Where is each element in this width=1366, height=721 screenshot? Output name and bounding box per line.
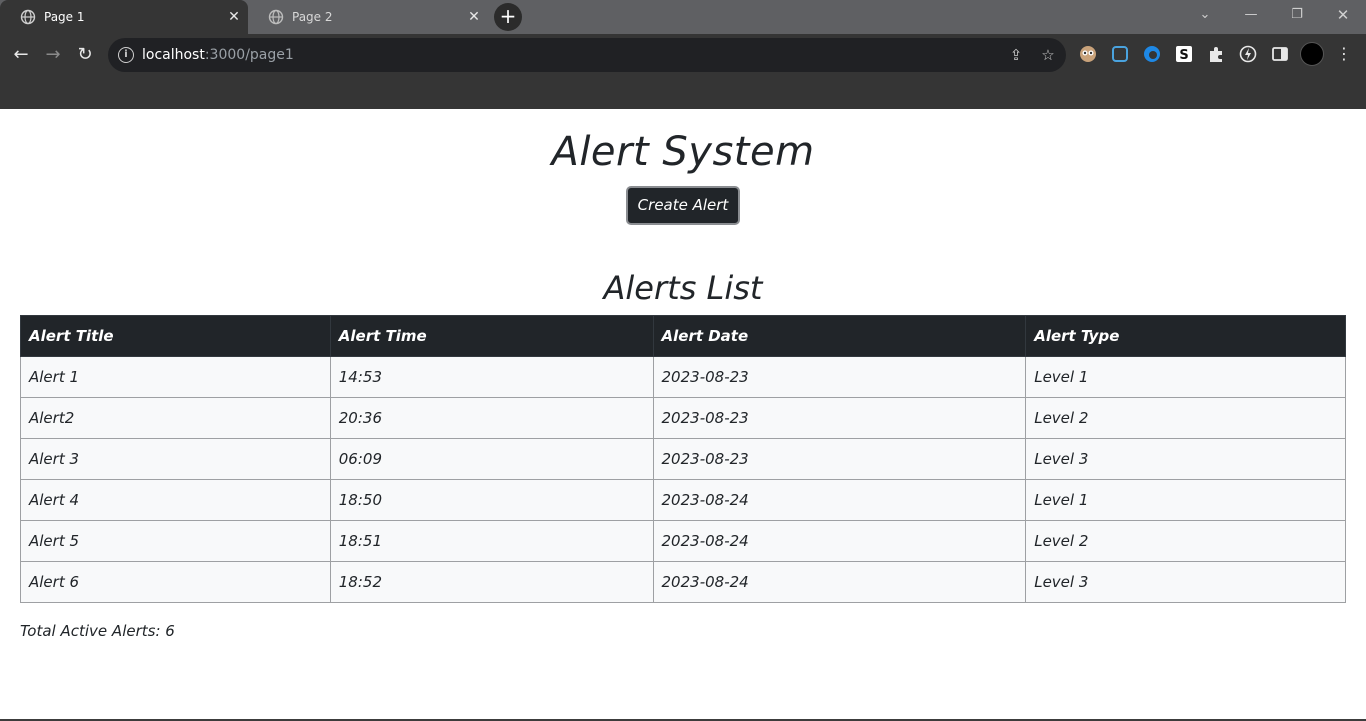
cell-alert-type: Level 1: [1025, 479, 1346, 521]
cell-alert-date: 2023-08-23: [652, 397, 1027, 439]
tab-page-2[interactable]: Page 2 ✕: [248, 0, 488, 34]
table-row: Alert 4 18:50 2023-08-24 Level 1: [20, 479, 1346, 521]
alerts-table: Alert Title Alert Time Alert Date Alert …: [20, 315, 1346, 603]
side-panel-icon[interactable]: [1270, 44, 1290, 64]
header-alert-title: Alert Title: [20, 315, 331, 357]
profile-avatar[interactable]: [1300, 42, 1324, 66]
table-header: Alert Title Alert Time Alert Date Alert …: [20, 315, 1346, 357]
star-icon[interactable]: ☆: [1038, 45, 1058, 65]
bookmarks-bar: [0, 76, 1366, 109]
close-tab-icon[interactable]: ✕: [460, 9, 488, 25]
page-title: Alert System: [551, 129, 815, 175]
extension-owl-icon[interactable]: [1078, 44, 1098, 64]
table-body: Alert 1 14:53 2023-08-23 Level 1 Alert2 …: [20, 356, 1346, 603]
url-path: :3000/page1: [204, 47, 294, 63]
extension-bolt-icon[interactable]: [1238, 44, 1258, 64]
cell-alert-type: Level 1: [1025, 356, 1346, 398]
cell-alert-date: 2023-08-23: [652, 438, 1027, 480]
globe-icon: [268, 9, 284, 25]
extensions-icon[interactable]: [1206, 44, 1226, 64]
cell-alert-type: Level 2: [1025, 397, 1346, 439]
globe-icon: [20, 9, 36, 25]
cell-alert-time: 06:09: [329, 438, 654, 480]
cell-alert-date: 2023-08-24: [652, 479, 1027, 521]
tab-page-1[interactable]: Page 1 ✕: [0, 0, 248, 34]
cell-alert-time: 18:50: [329, 479, 654, 521]
restore-icon[interactable]: ❐: [1274, 0, 1320, 30]
cell-alert-time: 20:36: [329, 397, 654, 439]
new-tab-button[interactable]: +: [494, 3, 522, 31]
cell-alert-time: 18:52: [329, 561, 654, 603]
cell-alert-time: 14:53: [329, 356, 654, 398]
tab-title: Page 2: [292, 10, 333, 24]
cell-alert-title: Alert 6: [20, 561, 331, 603]
url-text: localhost:3000/page1: [142, 47, 294, 63]
cell-alert-date: 2023-08-24: [652, 561, 1027, 603]
tab-strip: Page 1 ✕ Page 2 ✕ + ⌄ — ❐ ✕: [0, 0, 1366, 34]
browser-toolbar: ← → ↻ i localhost:3000/page1 ⇪ ☆ S ⋮: [0, 34, 1366, 76]
tab-title: Page 1: [44, 10, 85, 24]
extension-square-icon[interactable]: [1110, 44, 1130, 64]
table-row: Alert 3 06:09 2023-08-23 Level 3: [20, 438, 1346, 480]
extension-s-icon[interactable]: S: [1174, 44, 1194, 64]
alerts-list-title: Alerts List: [603, 269, 763, 307]
url-host: localhost: [142, 47, 205, 63]
cell-alert-date: 2023-08-24: [652, 520, 1027, 562]
minimize-icon[interactable]: —: [1228, 0, 1274, 30]
cell-alert-title: Alert 1: [20, 356, 331, 398]
table-row: Alert 5 18:51 2023-08-24 Level 2: [20, 520, 1346, 562]
header-alert-time: Alert Time: [329, 315, 654, 357]
header-alert-type: Alert Type: [1025, 315, 1346, 357]
info-icon[interactable]: i: [118, 47, 134, 63]
table-row: Alert 6 18:52 2023-08-24 Level 3: [20, 561, 1346, 603]
svg-text:S: S: [1179, 48, 1188, 63]
header-alert-date: Alert Date: [652, 315, 1027, 357]
window-close-icon[interactable]: ✕: [1320, 0, 1366, 30]
forward-icon[interactable]: →: [40, 42, 66, 68]
cell-alert-title: Alert 4: [20, 479, 331, 521]
more-menu-icon[interactable]: ⋮: [1334, 44, 1354, 64]
cell-alert-time: 18:51: [329, 520, 654, 562]
table-row: Alert2 20:36 2023-08-23 Level 2: [20, 397, 1346, 439]
edge-icon[interactable]: [1142, 44, 1162, 64]
cell-alert-date: 2023-08-23: [652, 356, 1027, 398]
table-row: Alert 1 14:53 2023-08-23 Level 1: [20, 356, 1346, 398]
cell-alert-type: Level 2: [1025, 520, 1346, 562]
back-icon[interactable]: ←: [8, 42, 34, 68]
total-active-alerts: Total Active Alerts: 6: [20, 622, 175, 640]
create-alert-button[interactable]: Create Alert: [626, 186, 740, 225]
page-content: Alert System Create Alert Alerts List Al…: [0, 109, 1366, 721]
table-header-row: Alert Title Alert Time Alert Date Alert …: [20, 315, 1346, 357]
tab-search-icon[interactable]: ⌄: [1182, 0, 1228, 30]
close-tab-icon[interactable]: ✕: [220, 9, 248, 25]
cell-alert-title: Alert 3: [20, 438, 331, 480]
reload-icon[interactable]: ↻: [72, 42, 98, 68]
cell-alert-title: Alert 5: [20, 520, 331, 562]
cell-alert-type: Level 3: [1025, 561, 1346, 603]
cell-alert-type: Level 3: [1025, 438, 1346, 480]
address-bar[interactable]: i localhost:3000/page1 ⇪ ☆: [108, 38, 1066, 72]
cell-alert-title: Alert2: [20, 397, 331, 439]
share-icon[interactable]: ⇪: [1006, 45, 1026, 65]
